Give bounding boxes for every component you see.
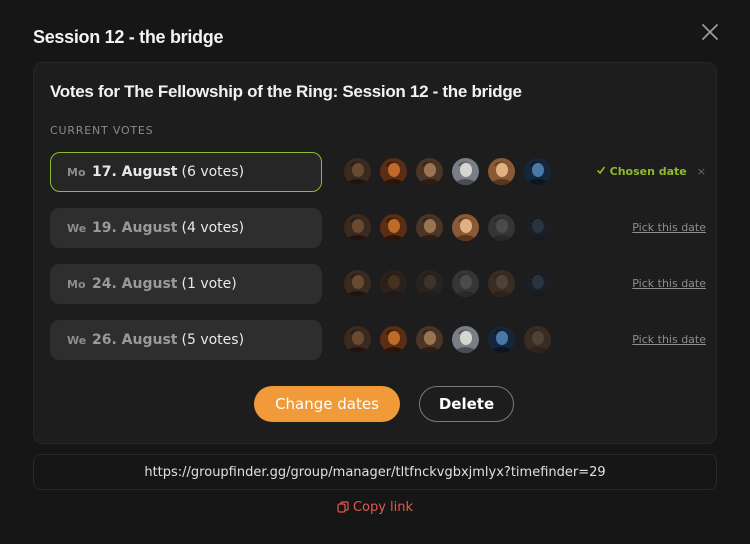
current-votes-label: CURRENT VOTES bbox=[50, 124, 154, 137]
avatar bbox=[416, 214, 443, 241]
avatar bbox=[380, 326, 407, 353]
weekday-label: We bbox=[67, 333, 87, 347]
close-icon[interactable] bbox=[700, 22, 720, 42]
vote-row: Mo 24. August (1 vote) Pick this date bbox=[50, 264, 706, 304]
copy-link-button[interactable]: Copy link bbox=[0, 500, 750, 517]
date-label: 24. August bbox=[92, 276, 178, 292]
avatar bbox=[488, 214, 515, 241]
copy-icon bbox=[337, 501, 349, 517]
avatar bbox=[416, 270, 443, 297]
votes-card: Votes for The Fellowship of the Ring: Se… bbox=[33, 62, 717, 444]
avatar bbox=[344, 326, 371, 353]
date-option[interactable]: Mo 24. August (1 vote) bbox=[50, 264, 322, 304]
vote-count: (5 votes) bbox=[181, 332, 245, 348]
vote-count: (1 vote) bbox=[181, 276, 237, 292]
weekday-label: Mo bbox=[67, 165, 86, 179]
date-option[interactable]: We 19. August (4 votes) bbox=[50, 208, 322, 248]
vote-row: Mo 17. August (6 votes) Chosen date × bbox=[50, 152, 706, 192]
avatar bbox=[416, 158, 443, 185]
share-url-field[interactable]: https://groupfinder.gg/group/manager/tlt… bbox=[33, 454, 717, 490]
weekday-label: Mo bbox=[67, 277, 86, 291]
date-label: 26. August bbox=[92, 332, 178, 348]
avatar bbox=[524, 270, 551, 297]
avatar bbox=[524, 214, 551, 241]
copy-link-label: Copy link bbox=[352, 500, 414, 515]
avatar bbox=[344, 158, 371, 185]
avatar bbox=[488, 326, 515, 353]
check-icon bbox=[596, 165, 606, 178]
avatar bbox=[380, 158, 407, 185]
avatar bbox=[452, 326, 479, 353]
avatar bbox=[524, 158, 551, 185]
avatar bbox=[452, 214, 479, 241]
pick-date-link[interactable]: Pick this date bbox=[632, 221, 706, 234]
vote-count: (6 votes) bbox=[181, 164, 245, 180]
date-label: 17. August bbox=[92, 164, 178, 180]
change-dates-button[interactable]: Change dates bbox=[254, 386, 400, 422]
avatar bbox=[452, 158, 479, 185]
date-option[interactable]: Mo 17. August (6 votes) bbox=[50, 152, 322, 192]
avatar bbox=[344, 214, 371, 241]
vote-row: We 19. August (4 votes) Pick this date bbox=[50, 208, 706, 248]
avatar bbox=[344, 270, 371, 297]
vote-row: We 26. August (5 votes) Pick this date bbox=[50, 320, 706, 360]
delete-button[interactable]: Delete bbox=[419, 386, 514, 422]
chosen-date-badge: Chosen date × bbox=[596, 165, 706, 178]
avatar bbox=[452, 270, 479, 297]
avatar bbox=[524, 326, 551, 353]
avatar bbox=[416, 326, 443, 353]
date-label: 19. August bbox=[92, 220, 178, 236]
session-modal: Session 12 - the bridge Votes for The Fe… bbox=[0, 0, 750, 544]
unchoose-icon[interactable]: × bbox=[697, 165, 706, 178]
pick-date-link[interactable]: Pick this date bbox=[632, 277, 706, 290]
avatar bbox=[380, 270, 407, 297]
card-title: Votes for The Fellowship of the Ring: Se… bbox=[50, 82, 522, 101]
avatar bbox=[488, 158, 515, 185]
avatar bbox=[488, 270, 515, 297]
avatar bbox=[380, 214, 407, 241]
chosen-date-label: Chosen date bbox=[609, 165, 687, 178]
modal-title: Session 12 - the bridge bbox=[33, 27, 224, 47]
date-option[interactable]: We 26. August (5 votes) bbox=[50, 320, 322, 360]
weekday-label: We bbox=[67, 221, 87, 235]
vote-count: (4 votes) bbox=[181, 220, 245, 236]
pick-date-link[interactable]: Pick this date bbox=[632, 333, 706, 346]
